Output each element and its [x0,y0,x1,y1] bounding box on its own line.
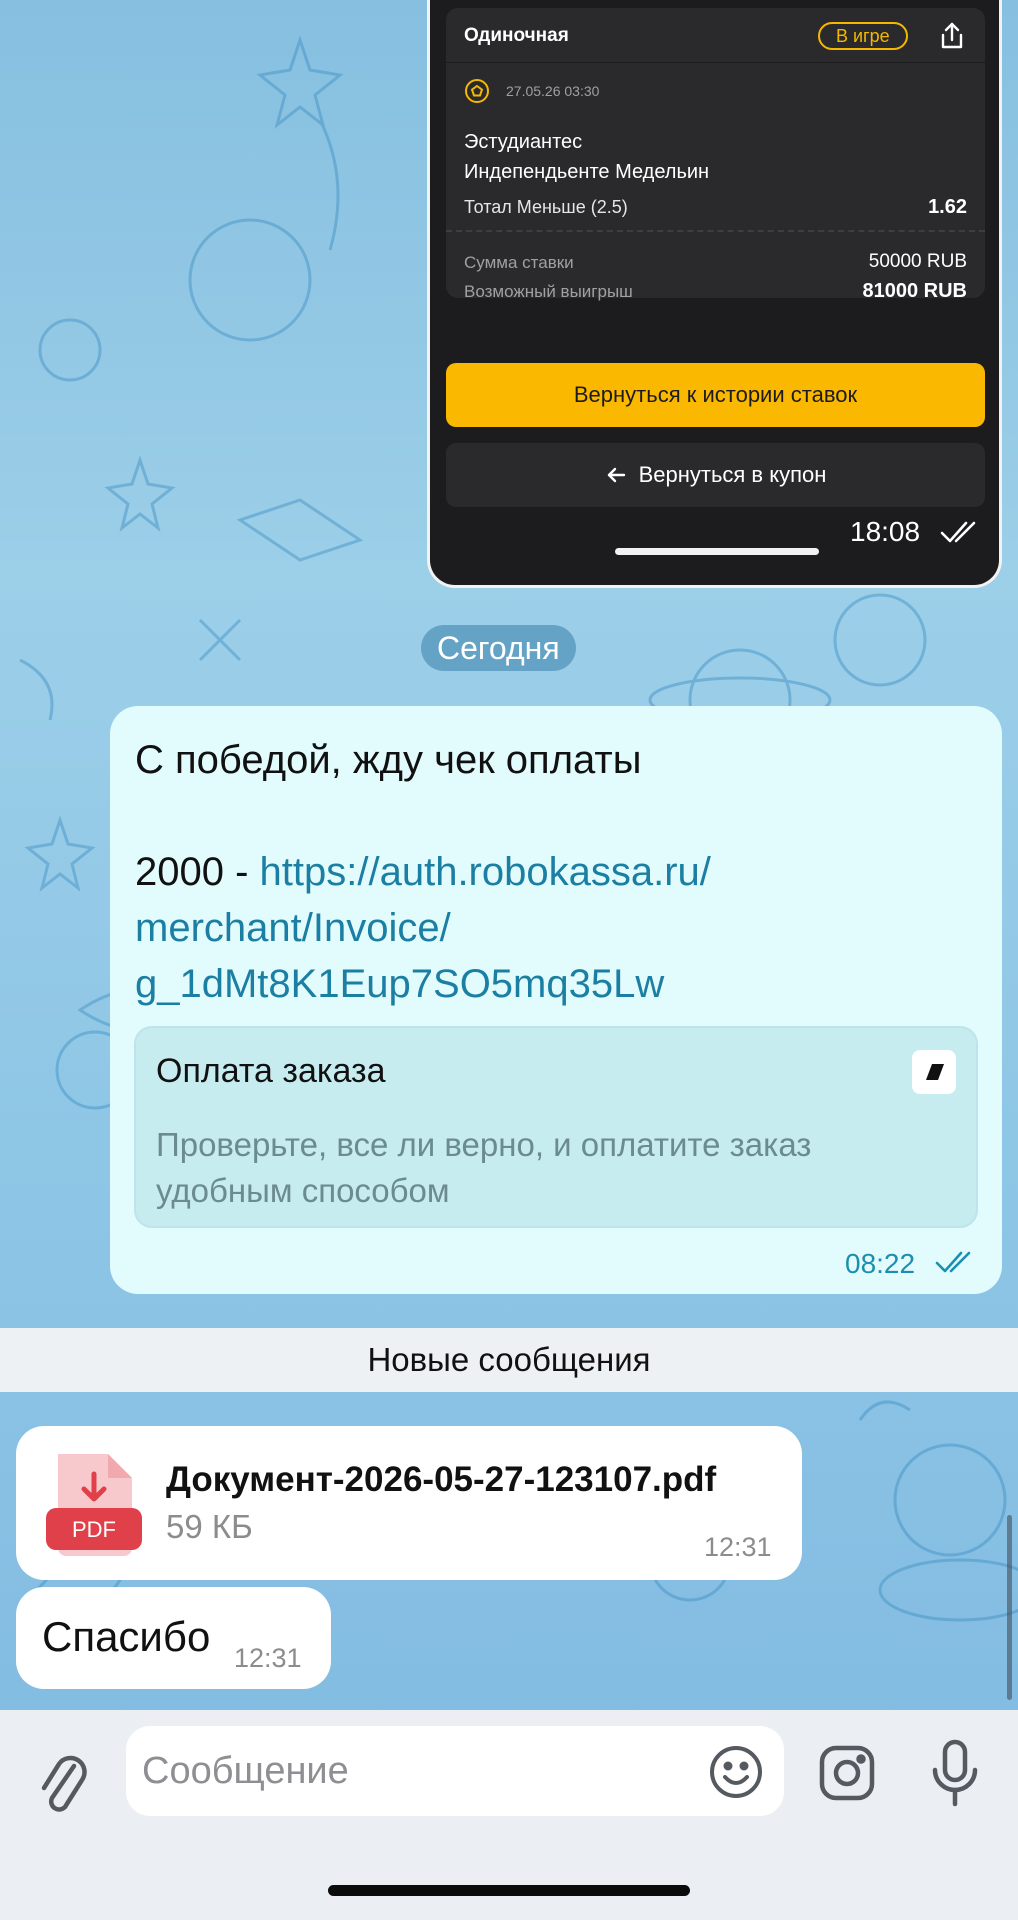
link-preview-card[interactable]: Оплата заказа Проверьте, все ли верно, и… [134,1026,978,1228]
team-away: Индепендьенте Медельин [464,161,710,183]
file-type-label: PDF [72,1517,116,1542]
bet-card-header: Одиночная В игре [446,8,985,63]
share-icon [941,22,963,49]
back-to-coupon-label: Вернуться в купон [638,462,827,487]
date-separator-chip: Сегодня [421,625,576,671]
bet-card: Одиночная В игре 27.05.26 03:30 Эстудиан… [446,8,985,302]
message-text: С победой, жду чек оплаты 2000 - https:/… [135,732,975,1012]
instagram-camera-icon[interactable] [818,1744,876,1802]
double-check-icon [940,521,976,543]
message-composer [0,1710,1018,1920]
stake-value: 50000 RUB [868,251,967,272]
message-line-1: С победой, жду чек оплаты [135,738,642,782]
screenshot-home-indicator [615,548,819,555]
link-preview-title: Оплата заказа [156,1052,386,1090]
message-time: 08:22 [845,1248,916,1279]
bet-divider [446,230,985,232]
pdf-file-icon[interactable]: PDF [46,1452,142,1558]
file-size: 59 КБ [166,1508,253,1545]
match-datetime: 27.05.26 03:30 [506,83,600,99]
incoming-file-message[interactable]: PDF Документ-2026-05-27-123107.pdf 59 КБ… [16,1426,802,1580]
link-preview-description: Проверьте, все ли верно, и оплатите зака… [156,1126,812,1209]
possible-win-label: Возможный выигрыш [464,282,633,301]
football-icon [465,79,489,103]
image-message-bet-screenshot[interactable]: Одиночная В игре 27.05.26 03:30 Эстудиан… [427,0,1002,588]
message-text: Спасибо [42,1613,211,1660]
bet-market: Тотал Меньше (2.5) [464,197,628,217]
bet-odds: 1.62 [928,196,967,218]
microphone-icon[interactable] [930,1738,980,1808]
emoji-icon[interactable] [708,1744,764,1800]
payment-amount: 2000 - [135,850,260,894]
paperclip-icon[interactable] [36,1752,92,1820]
back-to-bet-history-button: Вернуться к истории ставок [446,363,985,427]
chat-scrollbar[interactable] [1007,1515,1012,1700]
bet-type-label: Одиночная [464,25,569,46]
site-logo-icon [912,1050,956,1094]
message-time: 18:08 [850,516,921,547]
arrow-left-icon [607,467,625,483]
outgoing-message[interactable]: С победой, жду чек оплаты 2000 - https:/… [110,706,1002,1294]
back-to-coupon-button: Вернуться в купон [446,443,985,507]
file-name[interactable]: Документ-2026-05-27-123107.pdf [166,1460,716,1500]
possible-win-value: 81000 RUB [862,280,967,302]
new-messages-divider: Новые сообщения [0,1328,1018,1392]
message-time: 12:31 [704,1532,772,1562]
home-indicator [328,1885,690,1896]
incoming-message[interactable]: Спасибо 12:31 [16,1587,331,1689]
team-home: Эстудиантес [464,131,583,153]
double-check-icon [935,1251,971,1273]
stake-label: Сумма ставки [464,253,574,272]
message-input[interactable] [126,1726,784,1816]
bet-status-badge: В игре [818,22,908,50]
message-time: 12:31 [234,1643,302,1673]
